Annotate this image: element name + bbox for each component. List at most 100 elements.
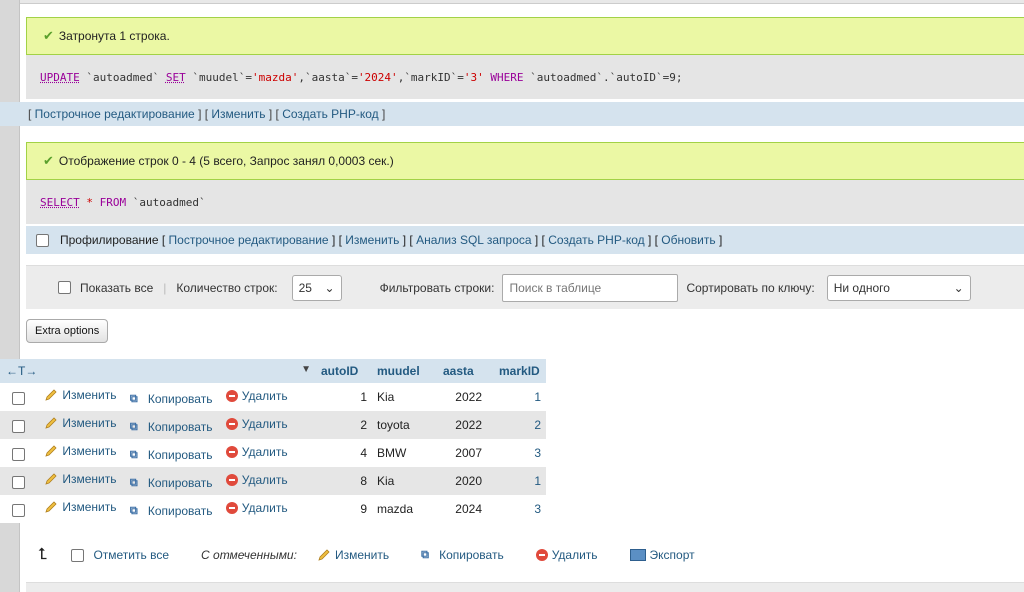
markid-link[interactable]: 3 — [534, 502, 541, 516]
column-header-aasta[interactable]: aasta — [438, 359, 494, 383]
analyze-sql-link[interactable]: Анализ SQL запроса — [416, 233, 531, 247]
row-copy-button[interactable]: ⧉ Копировать — [130, 448, 213, 462]
row-edit-button[interactable]: Изменить — [44, 388, 116, 402]
cell-muudel[interactable]: toyota — [372, 411, 438, 439]
cell-autoid[interactable]: 2 — [316, 411, 372, 439]
delete-icon — [225, 445, 238, 458]
row-checkbox[interactable] — [12, 476, 25, 490]
filter-input[interactable]: Поиск в таблице — [502, 273, 679, 302]
cell-autoid[interactable]: 4 — [316, 439, 372, 467]
row-delete-label: Удалить — [241, 500, 288, 515]
row-copy-button[interactable]: ⧉ Копировать — [130, 504, 213, 518]
row-copy-label: Копировать — [147, 448, 213, 463]
delete-icon — [225, 473, 238, 486]
markid-link[interactable]: 1 — [534, 474, 541, 488]
bottom-navigation-bar — [26, 582, 1024, 592]
table-row: Изменить ⧉ Копировать Удалить 8 Kia 2020… — [0, 467, 546, 495]
profiling-label: Профилирование — [60, 233, 159, 247]
row-checkbox[interactable] — [12, 504, 25, 518]
row-delete-button[interactable]: Удалить — [225, 389, 288, 403]
row-delete-button[interactable]: Удалить — [225, 416, 288, 431]
row-checkbox[interactable] — [12, 392, 25, 406]
rows-select[interactable]: 25 ⌄ — [291, 274, 342, 301]
delete-icon — [225, 417, 238, 430]
row-delete-button[interactable]: Удалить — [225, 445, 288, 459]
sql-column: `autoadmed`.`autoID` — [530, 70, 663, 84]
cell-aasta[interactable]: 2024 — [438, 495, 494, 523]
inline-edit-link[interactable]: Построчное редактирование — [169, 233, 329, 247]
inline-edit-link[interactable]: Построчное редактирование — [35, 107, 195, 121]
bulk-copy-button[interactable]: ⧉ Копировать — [421, 548, 504, 562]
bulk-export-button[interactable]: Экспорт — [629, 548, 695, 562]
sort-select[interactable]: Ни одного ⌄ — [826, 274, 971, 301]
bulk-delete-button[interactable]: Удалить — [535, 548, 598, 562]
refresh-link[interactable]: Обновить — [661, 233, 715, 247]
row-edit-button[interactable]: Изменить — [44, 444, 116, 458]
row-edit-button[interactable]: Изменить — [44, 416, 116, 430]
profiling-checkbox[interactable] — [36, 233, 49, 247]
cell-aasta[interactable]: 2020 — [438, 467, 494, 495]
cell-aasta[interactable]: 2022 — [438, 383, 494, 411]
row-delete-button[interactable]: Удалить — [225, 500, 288, 515]
column-header-autoid[interactable]: autoID — [316, 359, 372, 383]
row-delete-label: Удалить — [241, 416, 288, 431]
sql-keyword[interactable]: SELECT — [40, 196, 80, 209]
create-php-link[interactable]: Создать PHP-код — [548, 233, 644, 247]
cell-aasta[interactable]: 2007 — [438, 439, 494, 467]
row-delete-button[interactable]: Удалить — [225, 473, 288, 487]
export-icon — [629, 549, 646, 561]
row-checkbox[interactable] — [12, 448, 25, 462]
arrow-up-left-icon: ⮤ — [38, 546, 48, 563]
extra-options-button[interactable]: Extra options — [26, 319, 109, 343]
filter-label: Фильтровать строки: — [379, 280, 495, 295]
cell-markid[interactable]: 1 — [494, 467, 546, 495]
sql-keyword[interactable]: UPDATE — [40, 71, 80, 84]
row-copy-button[interactable]: ⧉ Копировать — [130, 392, 213, 406]
copy-icon: ⧉ — [129, 476, 138, 489]
bulk-delete-label: Удалить — [551, 548, 598, 562]
sql-string: '2024' — [357, 70, 398, 84]
cell-autoid[interactable]: 9 — [316, 495, 372, 523]
sql-star: * — [86, 195, 93, 209]
sql-query-box: SELECT * FROM `autoadmed` — [26, 180, 1024, 224]
row-edit-label: Изменить — [62, 471, 117, 486]
sql-table: `autoadmed` — [86, 70, 160, 84]
cell-muudel[interactable]: Kia — [372, 467, 438, 495]
edit-link[interactable]: Изменить — [211, 107, 265, 121]
cell-markid[interactable]: 1 — [494, 383, 546, 411]
row-edit-button[interactable]: Изменить — [44, 472, 116, 486]
cell-muudel[interactable]: Kia — [372, 383, 438, 411]
row-checkbox[interactable] — [12, 420, 25, 434]
show-all-checkbox[interactable] — [58, 281, 71, 294]
column-header-markid[interactable]: markID — [494, 359, 546, 383]
success-text: Отображение строк 0 - 4 (5 всего, Запрос… — [58, 154, 394, 168]
sql-keyword[interactable]: SET — [166, 71, 186, 84]
cell-muudel[interactable]: mazda — [372, 495, 438, 523]
create-php-link[interactable]: Создать PHP-код — [282, 107, 378, 121]
row-edit-button[interactable]: Изменить — [44, 500, 116, 514]
cell-autoid[interactable]: 8 — [316, 467, 372, 495]
cell-markid[interactable]: 3 — [494, 439, 546, 467]
markid-link[interactable]: 2 — [534, 418, 541, 432]
with-selected-label: С отмеченными: — [201, 548, 297, 562]
row-actions-cell: Изменить ⧉ Копировать Удалить — [0, 411, 316, 439]
column-arrows-icon[interactable]: ←T→ — [6, 364, 37, 378]
sort-down-icon[interactable]: ▼ — [301, 364, 311, 375]
cell-markid[interactable]: 2 — [494, 411, 546, 439]
query1-actions: [ Построчное редактирование ] [ Изменить… — [0, 102, 1024, 126]
check-all-checkbox[interactable] — [71, 548, 85, 562]
column-header-muudel[interactable]: muudel — [372, 359, 438, 383]
bulk-edit-button[interactable]: Изменить — [317, 548, 389, 562]
row-copy-button[interactable]: ⧉ Копировать — [130, 476, 213, 490]
check-all-link[interactable]: Отметить все — [93, 548, 169, 562]
cell-aasta[interactable]: 2022 — [438, 411, 494, 439]
show-all-label: Показать все — [80, 280, 154, 295]
cell-muudel[interactable]: BMW — [372, 439, 438, 467]
markid-link[interactable]: 3 — [534, 446, 541, 460]
row-copy-button[interactable]: ⧉ Копировать — [130, 420, 213, 434]
markid-link[interactable]: 1 — [534, 390, 541, 404]
edit-link[interactable]: Изменить — [345, 233, 399, 247]
cell-markid[interactable]: 3 — [494, 495, 546, 523]
cell-autoid[interactable]: 1 — [316, 383, 372, 411]
sql-keyword: FROM — [99, 195, 127, 209]
